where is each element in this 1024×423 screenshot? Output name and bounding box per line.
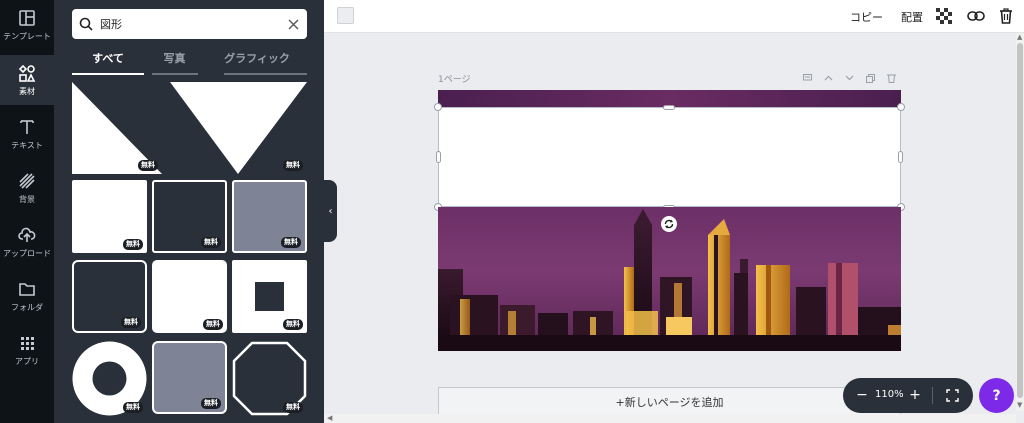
- inner-square: [255, 282, 284, 311]
- search-box: [72, 9, 307, 39]
- trash-icon[interactable]: [996, 6, 1016, 26]
- duplicate-page-icon[interactable]: [863, 71, 877, 85]
- free-badge: 無料: [123, 239, 143, 250]
- zoom-out-button[interactable]: −: [853, 386, 871, 404]
- page-label: 1ページ: [438, 75, 471, 85]
- elements-panel: すべて 写真 グラフィック 無料 無料 無料 無料 無料 無料 無料 無料 無料: [54, 0, 324, 423]
- tab-all[interactable]: すべて: [72, 48, 144, 76]
- search-input[interactable]: [100, 11, 279, 37]
- rail-item-text[interactable]: テキスト: [0, 109, 54, 159]
- shape-octagon[interactable]: 無料: [232, 341, 307, 416]
- rail-item-label: 背景: [19, 194, 35, 204]
- nav-rail: テンプレート 素材 テキスト 背景 アップロード フォルダ アプリ: [0, 0, 54, 423]
- free-badge: 無料: [123, 402, 143, 413]
- free-badge: 無料: [138, 160, 158, 171]
- rotate-icon: [664, 219, 674, 229]
- free-badge: 無料: [121, 317, 141, 328]
- page-notes-icon[interactable]: [800, 71, 814, 85]
- rail-item-upload[interactable]: アップロード: [0, 217, 54, 267]
- rail-item-label: アプリ: [15, 356, 39, 366]
- horizontal-scrollbar[interactable]: ◀: [324, 414, 1016, 423]
- rail-item-templates[interactable]: テンプレート: [0, 0, 54, 50]
- rail-item-label: テンプレート: [3, 31, 51, 41]
- resize-handle-left[interactable]: [436, 151, 441, 163]
- search-icon: [72, 9, 100, 39]
- resize-handle-right[interactable]: [898, 151, 903, 163]
- upload-icon: [18, 227, 36, 242]
- free-badge: 無料: [281, 237, 301, 248]
- free-badge: 無料: [201, 398, 221, 409]
- panel-tabs: すべて 写真 グラフィック: [72, 48, 307, 76]
- shape-ring[interactable]: 無料: [72, 341, 147, 416]
- free-badge: 無料: [283, 160, 303, 171]
- rail-item-background[interactable]: 背景: [0, 163, 54, 213]
- free-badge: 無料: [201, 237, 221, 248]
- active-tab-indicator: [72, 73, 144, 75]
- zoom-divider: [932, 387, 933, 404]
- shape-gray-rounded-square[interactable]: 無料: [152, 341, 227, 414]
- chevron-up-icon[interactable]: [821, 71, 835, 85]
- tab-divider: [152, 73, 198, 75]
- shape-right-triangle[interactable]: 無料: [72, 82, 162, 174]
- background-icon: [19, 172, 35, 189]
- text-icon: [20, 119, 34, 134]
- shape-gray-square-outlined[interactable]: 無料: [232, 180, 307, 253]
- clear-icon[interactable]: [279, 9, 307, 39]
- rail-item-label: 素材: [19, 86, 35, 96]
- chevron-left-icon: ‹: [328, 205, 333, 217]
- tab-graphics[interactable]: グラフィック: [207, 48, 307, 76]
- zoom-level[interactable]: 110%: [875, 389, 904, 400]
- rail-item-label: フォルダ: [11, 302, 43, 312]
- rail-item-label: アップロード: [3, 248, 51, 258]
- shape-dark-rounded-square[interactable]: 無料: [72, 260, 147, 333]
- free-badge: 無料: [203, 319, 223, 330]
- layout-icon: [19, 9, 35, 26]
- shape-white-square[interactable]: 無料: [72, 180, 147, 253]
- resize-handle-top[interactable]: [663, 105, 675, 110]
- copy-button[interactable]: コピー: [850, 9, 883, 25]
- zoom-in-button[interactable]: +: [906, 386, 924, 404]
- transparency-icon[interactable]: [934, 6, 954, 26]
- folder-icon: [19, 282, 35, 296]
- selected-element-box[interactable]: [438, 107, 901, 207]
- shape-inverted-triangle[interactable]: 無料: [170, 82, 307, 174]
- apps-icon: [21, 336, 34, 350]
- tab-photos[interactable]: 写真: [152, 48, 197, 76]
- scroll-up-arrow-icon[interactable]: ▲: [1017, 33, 1022, 41]
- scroll-left-arrow-icon[interactable]: ◀: [327, 414, 332, 422]
- arrange-button[interactable]: 配置: [901, 9, 923, 25]
- shape-dark-square-outlined[interactable]: 無料: [152, 180, 227, 253]
- rail-item-folder[interactable]: フォルダ: [0, 271, 54, 321]
- add-page-button[interactable]: +新しいページを追加: [438, 387, 901, 417]
- rail-item-label: テキスト: [11, 140, 43, 150]
- shapes-icon: [18, 64, 36, 82]
- chevron-down-icon[interactable]: [842, 71, 856, 85]
- scroll-down-arrow-icon[interactable]: ▼: [1017, 401, 1022, 409]
- vertical-scrollbar-thumb[interactable]: [1017, 43, 1023, 398]
- help-button[interactable]: ?: [979, 378, 1014, 413]
- free-badge: 無料: [283, 319, 303, 330]
- rail-item-elements[interactable]: 素材: [0, 55, 54, 105]
- resize-handle-top-right[interactable]: [897, 103, 905, 111]
- tab-divider: [224, 73, 307, 75]
- resize-handle-top-left[interactable]: [434, 103, 442, 111]
- shape-square-frame[interactable]: 無料: [232, 260, 307, 333]
- background-color-swatch[interactable]: [337, 7, 354, 24]
- zoom-controls: − 110% +: [843, 378, 973, 413]
- delete-page-icon[interactable]: [884, 71, 898, 85]
- top-toolbar: コピー 配置: [324, 0, 1024, 33]
- rail-item-apps[interactable]: アプリ: [0, 325, 54, 375]
- collapse-panel-button[interactable]: ‹: [324, 180, 337, 242]
- fullscreen-icon[interactable]: [943, 386, 961, 404]
- free-badge: 無料: [283, 402, 303, 413]
- rotate-handle[interactable]: [661, 216, 677, 232]
- vertical-scrollbar[interactable]: ▲ ▼: [1016, 33, 1024, 411]
- shape-white-rounded-square[interactable]: 無料: [152, 260, 227, 333]
- link-icon[interactable]: [966, 6, 986, 26]
